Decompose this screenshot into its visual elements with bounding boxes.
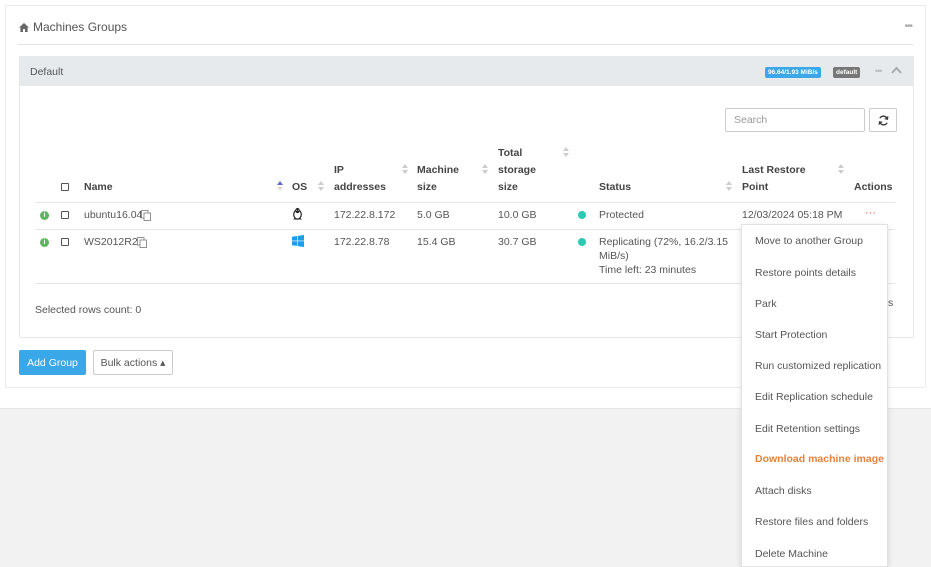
ip-address: 172.22.8.78 <box>334 236 390 248</box>
machine-name: ubuntu16.04 <box>84 209 143 221</box>
info-icon[interactable]: i <box>40 238 49 247</box>
add-group-button[interactable]: Add Group <box>19 350 86 375</box>
row-actions-menu: Move to another Group Restore points det… <box>741 224 888 567</box>
menu-item-restore-files[interactable]: Restore files and folders <box>755 516 868 528</box>
header-size-2[interactable]: size <box>417 179 437 196</box>
menu-item-delete-machine[interactable]: Delete Machine <box>755 548 828 560</box>
sort-icon[interactable] <box>482 164 488 174</box>
header-restore-2[interactable]: Point <box>742 179 768 196</box>
machine-size: 5.0 GB <box>417 209 450 221</box>
header-status[interactable]: Status <box>599 179 631 196</box>
ip-address: 172.22.8.172 <box>334 209 396 221</box>
header-total-1[interactable]: Total <box>498 145 522 162</box>
status-text: Protected <box>599 209 644 221</box>
copy-icon[interactable] <box>137 237 147 248</box>
status-text-line1: Replicating (72%, 16.2/3.15 <box>599 236 728 248</box>
panel-title-text: Machines Groups <box>33 20 128 34</box>
sort-icon[interactable] <box>402 164 408 174</box>
panel-title: Machines Groups <box>19 20 127 34</box>
panel-menu-icon[interactable]: ••• <box>904 21 912 32</box>
linux-icon <box>293 207 302 220</box>
group-menu-icon[interactable]: ••• <box>875 66 883 76</box>
selected-rows-count: Selected rows count: 0 <box>35 304 142 316</box>
refresh-icon <box>878 115 888 125</box>
windows-icon <box>292 235 304 247</box>
default-badge: default <box>833 67 861 78</box>
header-total-3[interactable]: size <box>498 179 518 196</box>
copy-icon[interactable] <box>141 210 151 221</box>
panel-divider <box>18 44 913 45</box>
menu-item-park[interactable]: Park <box>755 298 777 310</box>
header-divider <box>35 202 895 203</box>
machine-name: WS2012R2 <box>84 236 138 248</box>
obscured-text: s <box>888 297 894 309</box>
header-total-2[interactable]: storage <box>498 162 536 179</box>
search-input[interactable] <box>725 108 865 132</box>
total-storage: 30.7 GB <box>498 236 537 248</box>
menu-item-move-group[interactable]: Move to another Group <box>755 235 863 247</box>
header-restore-1[interactable]: Last Restore <box>742 162 806 179</box>
info-icon[interactable]: i <box>40 211 49 220</box>
status-dot <box>578 238 586 246</box>
group-name: Default <box>30 66 64 78</box>
sort-icon[interactable] <box>726 181 732 191</box>
row-checkbox[interactable] <box>61 211 69 219</box>
menu-item-download-image[interactable]: Download machine image <box>755 453 884 465</box>
header-os[interactable]: OS <box>292 179 307 196</box>
status-time-left: Time left: 23 minutes <box>599 264 697 276</box>
menu-item-run-replication[interactable]: Run customized replication <box>755 360 881 372</box>
total-storage: 10.0 GB <box>498 209 537 221</box>
sort-icon[interactable] <box>318 181 324 191</box>
menu-item-restore-points[interactable]: Restore points details <box>755 267 856 279</box>
header-name[interactable]: Name <box>84 179 113 196</box>
home-icon <box>19 22 29 32</box>
chevron-up-icon[interactable] <box>891 66 902 74</box>
header-actions: Actions <box>854 181 893 193</box>
menu-item-attach-disks[interactable]: Attach disks <box>755 485 812 497</box>
last-restore-point: 12/03/2024 05:18 PM <box>742 209 843 221</box>
row-checkbox[interactable] <box>61 238 69 246</box>
machine-size: 15.4 GB <box>417 236 456 248</box>
menu-item-start-protection[interactable]: Start Protection <box>755 329 827 341</box>
menu-item-edit-retention[interactable]: Edit Retention settings <box>755 423 860 435</box>
status-text-line2: MiB/s) <box>599 250 629 262</box>
status-dot <box>578 211 586 219</box>
refresh-button[interactable] <box>869 108 897 132</box>
speed-badge: 96.64/1.93 MiB/s <box>765 67 821 78</box>
sort-icon[interactable] <box>838 164 844 174</box>
header-size-1[interactable]: Machine <box>417 162 459 179</box>
group-header[interactable]: Default 96.64/1.93 MiB/s default ••• <box>20 57 913 86</box>
select-all-checkbox[interactable] <box>61 183 69 191</box>
sort-icon[interactable] <box>563 147 569 157</box>
bulk-actions-button[interactable]: Bulk actions ▴ <box>93 350 173 375</box>
menu-item-edit-schedule[interactable]: Edit Replication schedule <box>755 391 873 403</box>
row-actions-button[interactable]: ··· <box>865 207 876 219</box>
header-ip-1[interactable]: IP <box>334 162 344 179</box>
header-ip-2[interactable]: addresses <box>334 179 386 196</box>
sort-asc-icon[interactable] <box>277 181 283 191</box>
